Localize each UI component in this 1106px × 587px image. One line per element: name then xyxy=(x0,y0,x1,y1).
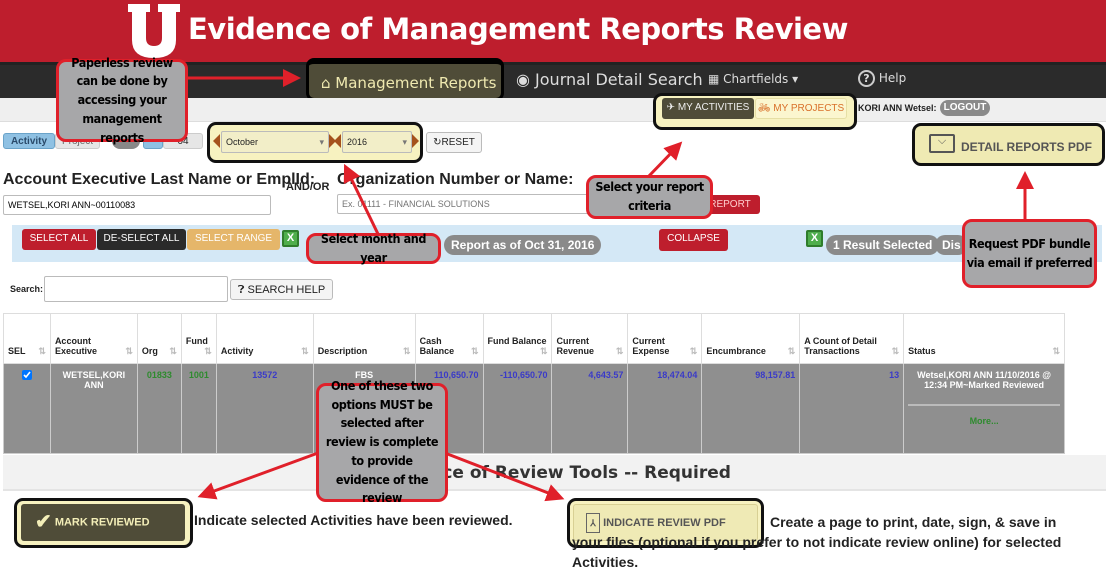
arrow-to-activities xyxy=(646,141,683,179)
callout-paperless: Paperless review can be done by accessin… xyxy=(56,55,188,145)
arrow-to-mark-reviewed xyxy=(197,451,319,500)
callout-criteria: Select your report criteria xyxy=(586,175,713,219)
callout-options: One of these two options MUST be selecte… xyxy=(316,378,448,505)
arrow-to-month-year xyxy=(343,163,380,235)
callout-pdf-bundle: Request PDF bundle via email if preferre… xyxy=(962,219,1097,288)
callout-month-year: Select month and year xyxy=(306,231,441,265)
arrow-to-indicate-pdf xyxy=(444,451,565,502)
